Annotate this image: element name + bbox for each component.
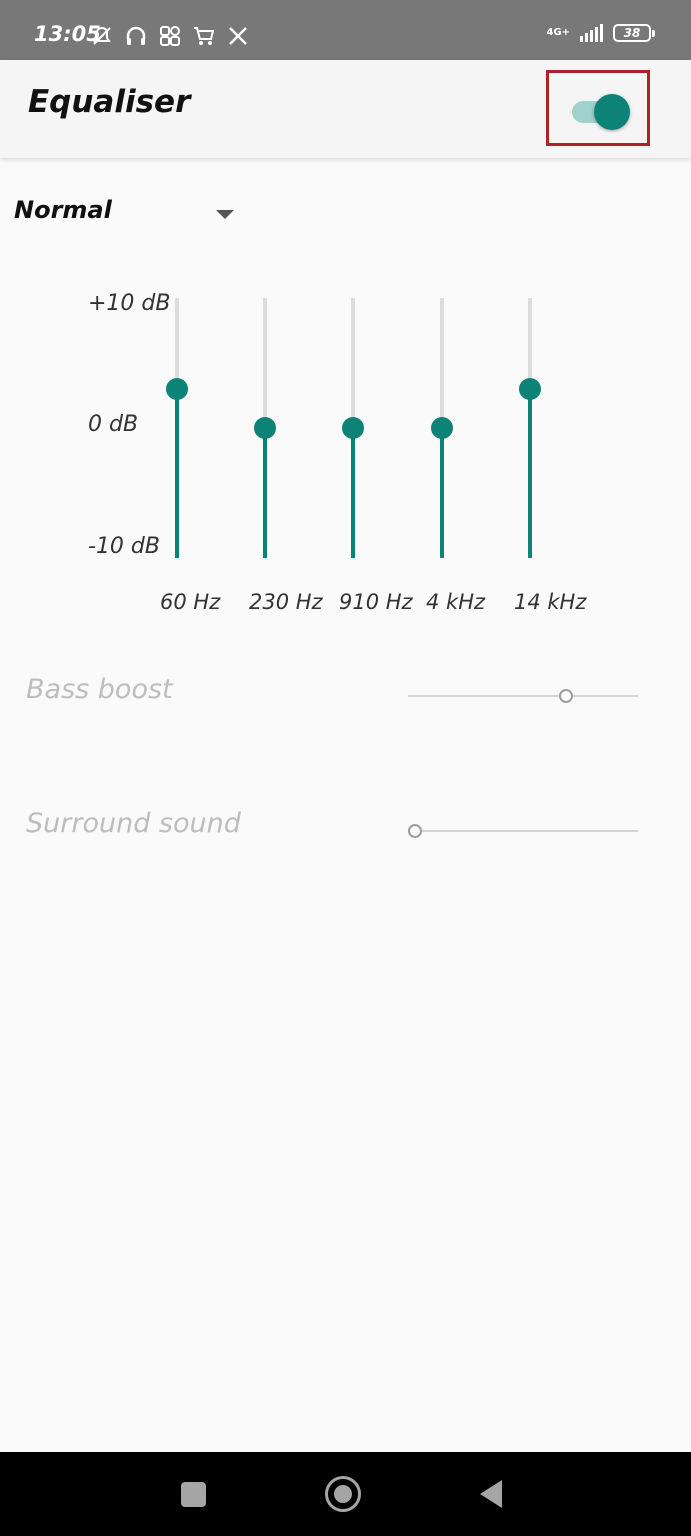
surround-sound-label: Surround sound (26, 808, 241, 839)
dropdown-arrow-icon (216, 210, 234, 219)
band-knob[interactable] (342, 417, 364, 439)
home-button[interactable] (325, 1476, 361, 1512)
notification-icons (90, 24, 250, 48)
headphones-icon (124, 24, 148, 48)
x-logo-icon (226, 24, 250, 48)
signal-icon (580, 24, 603, 42)
band-fill (175, 389, 179, 558)
band-label-230hz: 230 Hz (249, 590, 323, 614)
band-fill (528, 389, 532, 558)
band-slider-14khz[interactable] (515, 298, 545, 560)
cart-icon (192, 24, 216, 48)
band-knob[interactable] (519, 378, 541, 400)
slider-track (408, 695, 638, 697)
equaliser-enable-toggle[interactable] (572, 94, 630, 130)
band-knob[interactable] (166, 378, 188, 400)
surround-sound-slider[interactable] (408, 821, 638, 841)
band-knob[interactable] (431, 417, 453, 439)
band-fill (440, 428, 444, 558)
status-bar: 13:05 4G+ 38 (0, 0, 691, 60)
bass-boost-slider[interactable] (408, 686, 638, 706)
band-slider-910hz[interactable] (338, 298, 368, 560)
db-label-min: -10 dB (88, 534, 160, 559)
back-button[interactable] (480, 1480, 502, 1508)
band-slider-230hz[interactable] (250, 298, 280, 560)
band-knob[interactable] (254, 417, 276, 439)
bass-boost-label: Bass boost (26, 674, 173, 705)
toggle-thumb (594, 94, 630, 130)
db-label-max: +10 dB (88, 291, 171, 316)
navigation-bar (0, 1452, 691, 1536)
db-label-zero: 0 dB (88, 412, 139, 437)
battery-icon: 38 (613, 24, 655, 42)
preset-dropdown[interactable]: Normal (14, 196, 244, 236)
band-label-14khz: 14 kHz (514, 590, 587, 614)
recents-button[interactable] (181, 1482, 206, 1507)
slider-thumb[interactable] (408, 824, 422, 838)
slider-track (408, 830, 638, 832)
band-slider-4khz[interactable] (427, 298, 457, 560)
network-type: 4G+ (546, 27, 570, 38)
band-fill (351, 428, 355, 558)
bell-off-icon (90, 24, 114, 48)
band-slider-60hz[interactable] (162, 298, 192, 560)
slider-thumb[interactable] (559, 689, 574, 703)
preset-selected-value: Normal (14, 196, 112, 224)
page-title: Equaliser (28, 84, 191, 120)
system-status-icons: 4G+ 38 (546, 24, 655, 42)
grid-app-icon (158, 24, 182, 48)
band-label-60hz: 60 Hz (160, 590, 221, 614)
app-bar: Equaliser (0, 60, 691, 158)
band-fill (263, 428, 267, 558)
band-label-910hz: 910 Hz (339, 590, 413, 614)
band-label-4khz: 4 kHz (426, 590, 486, 614)
